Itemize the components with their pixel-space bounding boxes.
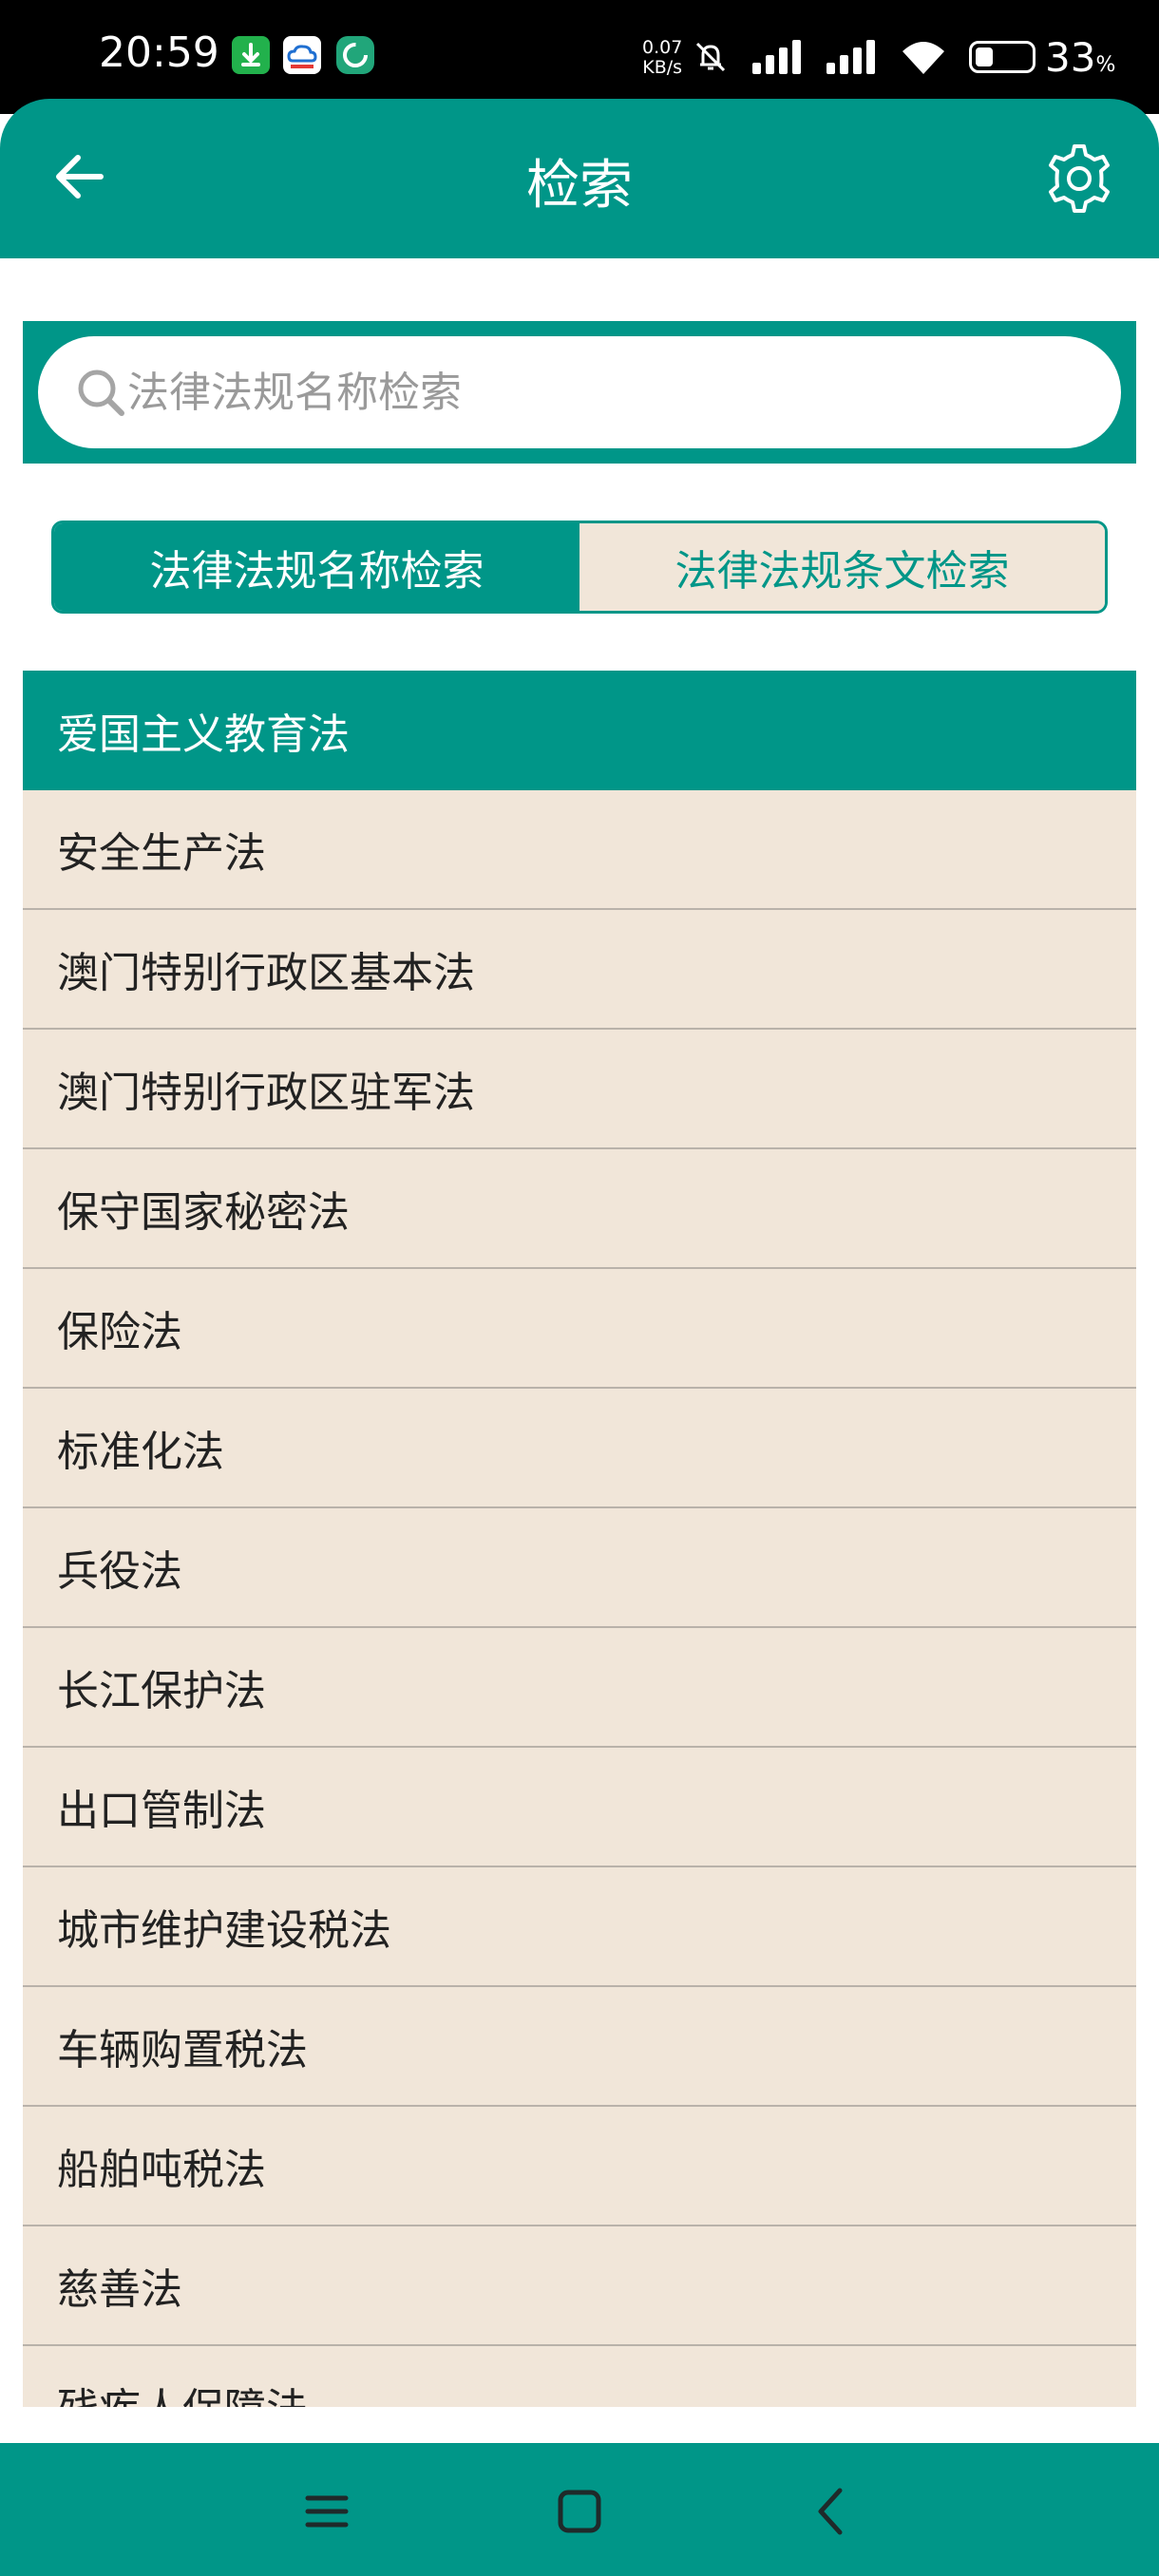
settings-button[interactable] [1041, 141, 1117, 217]
tab-article-search[interactable]: 法律法规条文检索 [580, 523, 1105, 611]
list-item[interactable]: 残疾人保障法 [23, 2346, 1136, 2407]
nav-back-button[interactable] [802, 2481, 863, 2542]
home-icon [558, 2490, 601, 2533]
law-list: 爱国主义教育法 安全生产法 澳门特别行政区基本法 澳门特别行政区驻军法 保守国家… [23, 671, 1136, 2407]
list-item[interactable]: 保险法 [23, 1269, 1136, 1389]
gear-icon [1049, 144, 1110, 213]
signal-icon [752, 40, 801, 74]
list-item[interactable]: 标准化法 [23, 1389, 1136, 1508]
system-nav-bar [0, 2443, 1159, 2576]
nav-menu-button[interactable] [296, 2481, 357, 2542]
signal-icon [826, 40, 875, 74]
download-app-icon [232, 36, 270, 74]
list-item[interactable]: 城市维护建设税法 [23, 1867, 1136, 1987]
network-speed-value: 0.07 [642, 37, 683, 58]
battery: 33% [969, 34, 1115, 81]
status-time: 20:59 [99, 28, 219, 77]
battery-percent-unit: % [1095, 52, 1116, 77]
battery-icon [969, 41, 1036, 73]
refresh-app-icon [336, 36, 374, 74]
list-item[interactable]: 船舶吨税法 [23, 2107, 1136, 2226]
menu-icon [305, 2495, 349, 2528]
back-icon [818, 2488, 843, 2535]
search-section [23, 321, 1136, 464]
battery-percent: 33% [1045, 34, 1115, 81]
search-mode-tabs: 法律法规名称检索 法律法规条文检索 [51, 521, 1108, 614]
search-box[interactable] [38, 336, 1121, 448]
mute-icon [695, 42, 726, 72]
list-item[interactable]: 慈善法 [23, 2226, 1136, 2346]
status-bar: 20:59 0.07 KB/s 33% [0, 0, 1159, 114]
battery-percent-value: 33 [1045, 33, 1096, 81]
page-title: 检索 [526, 155, 633, 217]
list-item[interactable]: 兵役法 [23, 1508, 1136, 1628]
status-icons: 33% [692, 34, 1115, 81]
list-item[interactable]: 长江保护法 [23, 1628, 1136, 1748]
list-item[interactable]: 保守国家秘密法 [23, 1149, 1136, 1269]
cloud-app-icon [283, 36, 321, 74]
tab-name-search[interactable]: 法律法规名称检索 [54, 523, 580, 611]
list-item[interactable]: 爱国主义教育法 [23, 671, 1136, 790]
network-speed: 0.07 KB/s [642, 38, 682, 78]
list-item[interactable]: 安全生产法 [23, 790, 1136, 910]
list-item[interactable]: 出口管制法 [23, 1748, 1136, 1867]
list-item[interactable]: 澳门特别行政区驻军法 [23, 1030, 1136, 1149]
network-speed-unit: KB/s [642, 57, 683, 78]
battery-level [976, 47, 993, 66]
app-bar: 检索 [0, 99, 1159, 258]
search-icon [78, 369, 124, 416]
wifi-icon [902, 42, 944, 74]
list-item[interactable]: 车辆购置税法 [23, 1987, 1136, 2107]
search-input[interactable] [127, 368, 1121, 417]
nav-home-button[interactable] [549, 2481, 610, 2542]
list-item[interactable]: 澳门特别行政区基本法 [23, 910, 1136, 1030]
